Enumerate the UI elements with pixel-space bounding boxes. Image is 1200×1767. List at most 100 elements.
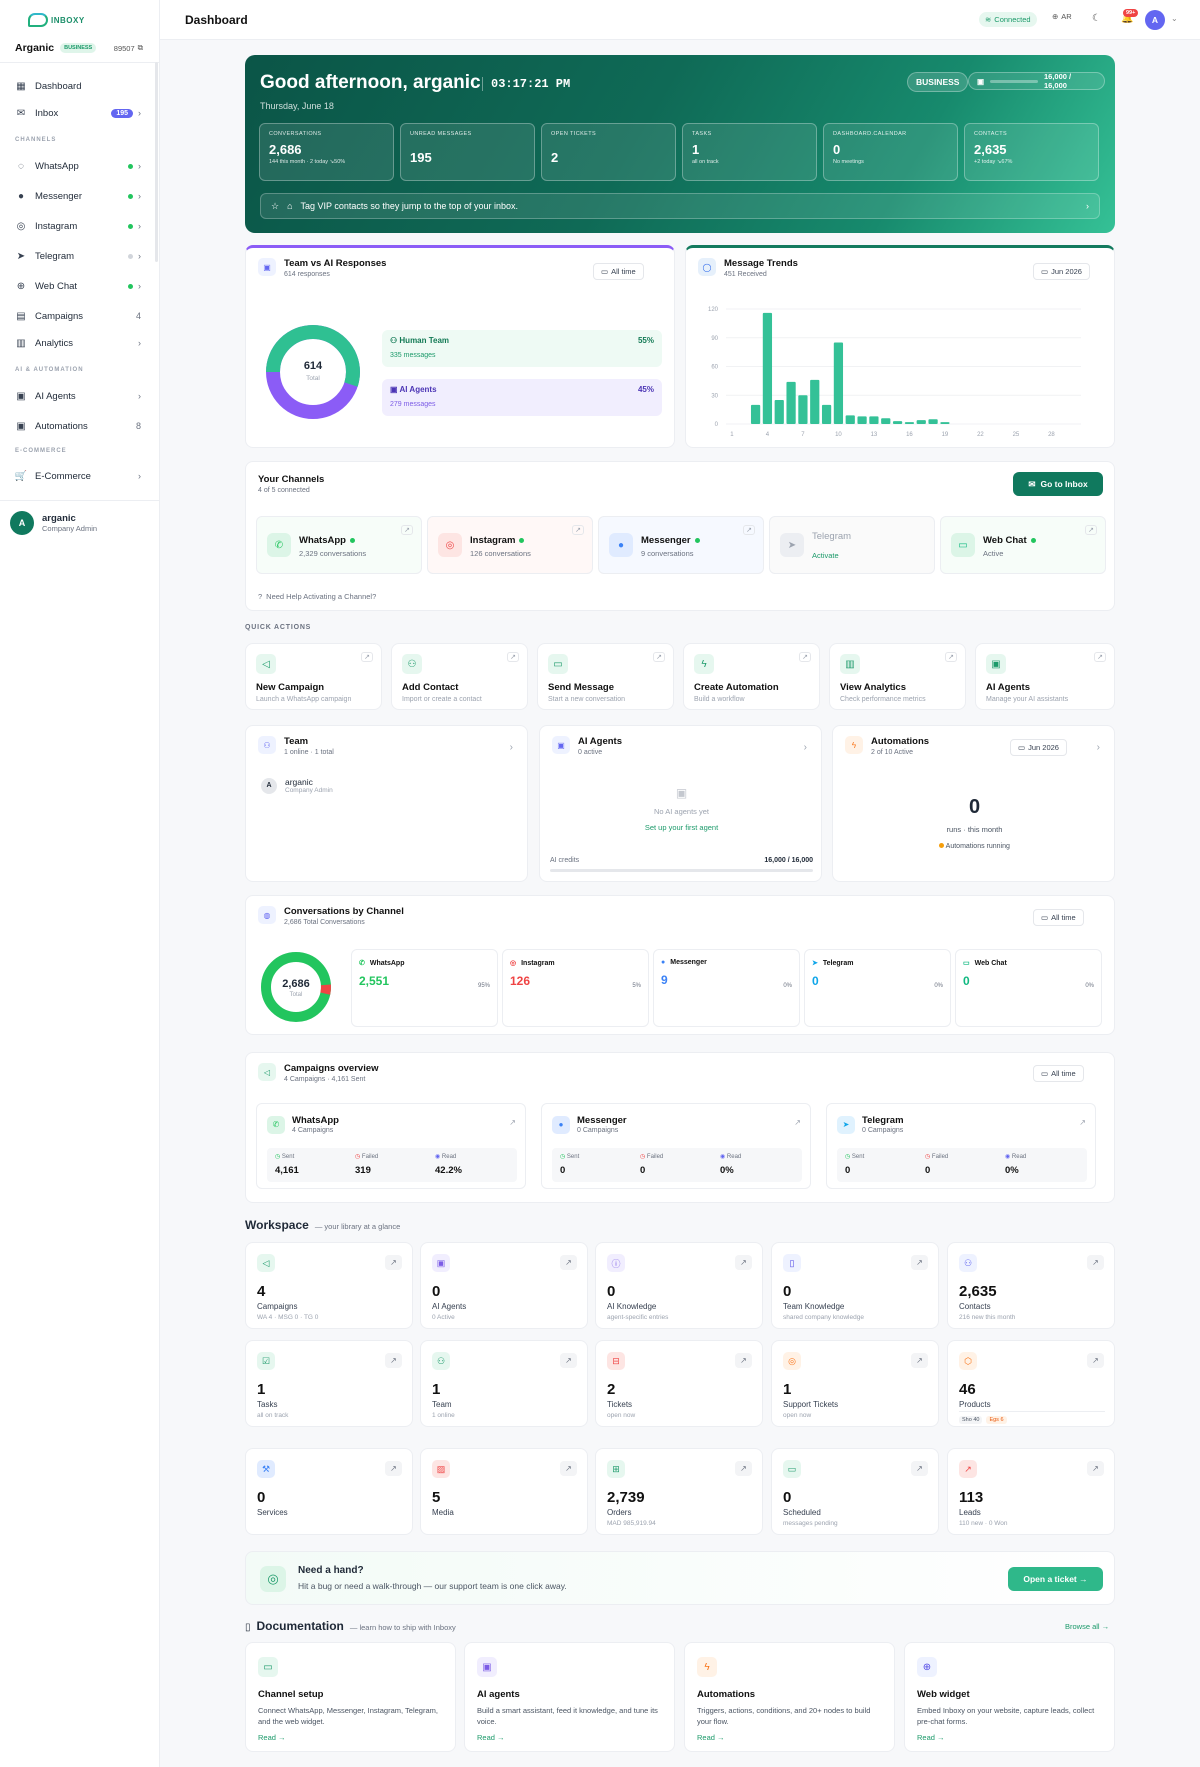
channel-stat-webchat[interactable]: ▭ Web Chat 0 0% <box>955 949 1102 1027</box>
automations-card[interactable]: ϟ Automations 2 of 10 Active ▭ Jun 2026 › 0… <box>832 725 1115 882</box>
sidebar-item-webchat[interactable]: ⊕ Web Chat › <box>8 274 148 298</box>
channel-stat-telegram[interactable]: ➤ Telegram 0 0% <box>804 949 951 1027</box>
ws-team[interactable]: ⚇ 1 Team 1 online ↗ <box>420 1340 588 1427</box>
stat-contacts[interactable]: CONTACTS 2,635 +2 today ↘67% <box>964 123 1099 181</box>
ws-orders[interactable]: ⊞ 2,739 Orders MAD 985,919.94 ↗ <box>595 1448 763 1535</box>
channel-telegram[interactable]: ➤ Telegram Activate <box>769 516 935 574</box>
browse-all-docs-link[interactable]: Browse all → <box>1065 1622 1109 1631</box>
channel-whatsapp[interactable]: ✆ WhatsApp 2,329 conversations ↗ <box>256 516 422 574</box>
tip-banner[interactable]: ☆ ⌂ Tag VIP contacts so they jump to the t… <box>260 193 1100 219</box>
campaign-telegram[interactable]: ➤ Telegram 0 Campaigns ↗ ◷ Sent 0 ◷ Failed 0 ◉… <box>826 1103 1096 1189</box>
filter-all-time[interactable]: ▭ All time <box>1033 909 1084 926</box>
sidebar-item-automations[interactable]: ▣ Automations 8 <box>8 414 148 438</box>
stat-tasks[interactable]: TASKS 1 all on track <box>682 123 817 181</box>
external-link-icon[interactable]: ↗ <box>794 1118 801 1127</box>
sidebar-item-ai-agents[interactable]: ▣ AI Agents › <box>8 384 148 408</box>
doc-channel-setup[interactable]: ▭ Channel setup Connect WhatsApp, Messenge… <box>245 1642 456 1752</box>
doc-automations[interactable]: ϟ Automations Triggers, actions, condition… <box>684 1642 895 1752</box>
campaign-whatsapp[interactable]: ✆ WhatsApp 4 Campaigns ↗ ◷ Sent 4,161 ◷ Fail… <box>256 1103 526 1189</box>
bell-icon[interactable]: 🔔 99+ <box>1121 9 1139 24</box>
ws-leads[interactable]: ↗ 113 Leads 110 new · 0 Won ↗ <box>947 1448 1115 1535</box>
activate-telegram-link[interactable]: Activate <box>812 551 839 560</box>
help-activating-link[interactable]: ? Need Help Activating a Channel? <box>258 592 376 601</box>
quick-view-analytics[interactable]: ▥ View Analytics Check performance metrics… <box>829 643 966 710</box>
read-link[interactable]: Read → <box>477 1733 505 1742</box>
filter-all-time[interactable]: ▭ All time <box>1033 1065 1084 1082</box>
ws-products[interactable]: ⬡ 46 Products Sho 40 Egs 6 ↗ <box>947 1340 1115 1427</box>
quick-send-message[interactable]: ▭ Send Message Start a new conversation ↗ <box>537 643 674 710</box>
quick-add-contact[interactable]: ⚇ Add Contact Import or create a contact ↗ <box>391 643 528 710</box>
doc-ai-agents[interactable]: ▣ AI agents Build a smart assistant, feed … <box>464 1642 675 1752</box>
quick-ai-agents[interactable]: ▣ AI Agents Manage your AI assistants ↗ <box>975 643 1115 710</box>
month-filter[interactable]: ▭ Jun 2026 <box>1010 739 1067 756</box>
sidebar-item-whatsapp[interactable]: ◌ WhatsApp › <box>8 154 148 178</box>
month-filter[interactable]: ▭ Jun 2026 <box>1033 263 1090 280</box>
external-link-icon[interactable]: ↗ <box>743 525 755 535</box>
channel-messenger[interactable]: ● Messenger 9 conversations ↗ <box>598 516 764 574</box>
channel-stat-instagram[interactable]: ◎ Instagram 126 5% <box>502 949 649 1027</box>
moon-icon[interactable]: ☾ <box>1092 13 1101 24</box>
ws-tasks[interactable]: ☑ 1 Tasks all on track ↗ <box>245 1340 413 1427</box>
user-avatar[interactable]: A <box>1145 10 1165 30</box>
plan-badge[interactable]: BUSINESS <box>907 72 969 92</box>
stat-open-tickets[interactable]: OPEN TICKETS 2 <box>541 123 676 181</box>
external-link-icon[interactable]: ↗ <box>572 525 584 535</box>
external-link-icon[interactable]: ↗ <box>1079 1118 1086 1127</box>
read-link[interactable]: Read → <box>258 1733 286 1742</box>
channel-stat-messenger[interactable]: ● Messenger 9 0% <box>653 949 800 1027</box>
stat-conversations[interactable]: CONVERSATIONS 2,686 144 this month · 2 tod… <box>259 123 394 181</box>
ws-media[interactable]: ▨ 5 Media ↗ <box>420 1448 588 1535</box>
go-to-inbox-button[interactable]: ✉ Go to Inbox <box>1013 472 1103 496</box>
read-link[interactable]: Read → <box>917 1733 945 1742</box>
workspace-id[interactable]: 89507 ⧉ <box>114 43 143 53</box>
sidebar-item-telegram[interactable]: ➤ Telegram › <box>8 244 148 268</box>
chevron-right-icon[interactable]: › <box>804 742 807 753</box>
external-link-icon[interactable]: ↗ <box>1085 525 1097 535</box>
team-card[interactable]: ⚇ Team 1 online · 1 total › A arganic Compa… <box>245 725 528 882</box>
current-user[interactable]: A arganic Company Admin <box>10 511 97 535</box>
ws-campaigns[interactable]: ◁ 4 Campaigns WA 4 · MSG 0 · TG 0 ↗ <box>245 1242 413 1329</box>
language-switcher[interactable]: ⊕ AR <box>1052 12 1072 21</box>
sidebar-item-inbox[interactable]: ✉ Inbox 195 › <box>8 101 148 125</box>
external-link-icon[interactable]: ↗ <box>509 1118 516 1127</box>
chevron-right-icon[interactable]: › <box>510 742 513 753</box>
sidebar-scrollbar[interactable] <box>155 62 158 262</box>
stat-calendar[interactable]: DASHBOARD.CALENDAR 0 No meetings <box>823 123 958 181</box>
channel-webchat[interactable]: ▭ Web Chat Active ↗ <box>940 516 1106 574</box>
sidebar-item-campaigns[interactable]: ▤ Campaigns 4 <box>8 304 148 328</box>
filter-all-time[interactable]: ▭ All time <box>593 263 644 280</box>
quick-create-automation[interactable]: ϟ Create Automation Build a workflow ↗ <box>683 643 820 710</box>
copy-icon[interactable]: ⧉ <box>138 43 143 53</box>
human-team-segment[interactable]: ⚇ Human Team 55% 335 messages <box>382 330 662 367</box>
setup-agent-link[interactable]: Set up your first agent <box>540 823 823 832</box>
stat-unread[interactable]: UNREAD MESSAGES 195 <box>400 123 535 181</box>
chevron-down-icon[interactable]: ⌄ <box>1171 14 1178 23</box>
ai-agents-card[interactable]: ▣ AI Agents 0 active › ▣ No AI agents yet … <box>539 725 822 882</box>
ws-contacts[interactable]: ⚇ 2,635 Contacts 216 new this month ↗ <box>947 1242 1115 1329</box>
sidebar-item-dashboard[interactable]: ▦ Dashboard <box>8 74 148 98</box>
doc-web-widget[interactable]: ⊕ Web widget Embed Inboxy on your website,… <box>904 1642 1115 1752</box>
channel-stat-whatsapp[interactable]: ✆ WhatsApp 2,551 95% <box>351 949 498 1027</box>
ws-ai-knowledge[interactable]: ⓘ 0 AI Knowledge agent-specific entries ↗ <box>595 1242 763 1329</box>
sidebar-item-analytics[interactable]: ▥ Analytics › <box>8 331 148 355</box>
read-link[interactable]: Read → <box>697 1733 725 1742</box>
ws-tickets[interactable]: ⊟ 2 Tickets open now ↗ <box>595 1340 763 1427</box>
campaign-messenger[interactable]: ● Messenger 0 Campaigns ↗ ◷ Sent 0 ◷ Failed 0… <box>541 1103 811 1189</box>
ai-agents-segment[interactable]: ▣ AI Agents 45% 279 messages <box>382 379 662 416</box>
ws-services[interactable]: ⚒ 0 Services ↗ <box>245 1448 413 1535</box>
brand-logo[interactable]: INBOXY <box>28 12 86 28</box>
ws-scheduled[interactable]: ▭ 0 Scheduled messages pending ↗ <box>771 1448 939 1535</box>
credits-meter[interactable]: ▣ 16,000 / 16,000 <box>968 72 1105 90</box>
sidebar-item-instagram[interactable]: ◎ Instagram › <box>8 214 148 238</box>
external-link-icon[interactable]: ↗ <box>401 525 413 535</box>
open-ticket-button[interactable]: Open a ticket → <box>1008 1567 1103 1591</box>
quick-new-campaign[interactable]: ◁ New Campaign Launch a WhatsApp campaign ↗ <box>245 643 382 710</box>
chevron-right-icon[interactable]: › <box>1097 742 1100 753</box>
sidebar-item-messenger[interactable]: ● Messenger › <box>8 184 148 208</box>
workspace-switcher[interactable]: Arganic BUSINESS 89507 ⧉ <box>15 42 143 54</box>
ws-support-tickets[interactable]: ◎ 1 Support Tickets open now ↗ <box>771 1340 939 1427</box>
team-member[interactable]: A arganic Company Admin <box>261 777 333 794</box>
channel-instagram[interactable]: ◎ Instagram 126 conversations ↗ <box>427 516 593 574</box>
sidebar-item-ecommerce[interactable]: 🛒 E-Commerce › <box>8 464 148 488</box>
ws-team-knowledge[interactable]: ▯ 0 Team Knowledge shared company knowledge… <box>771 1242 939 1329</box>
